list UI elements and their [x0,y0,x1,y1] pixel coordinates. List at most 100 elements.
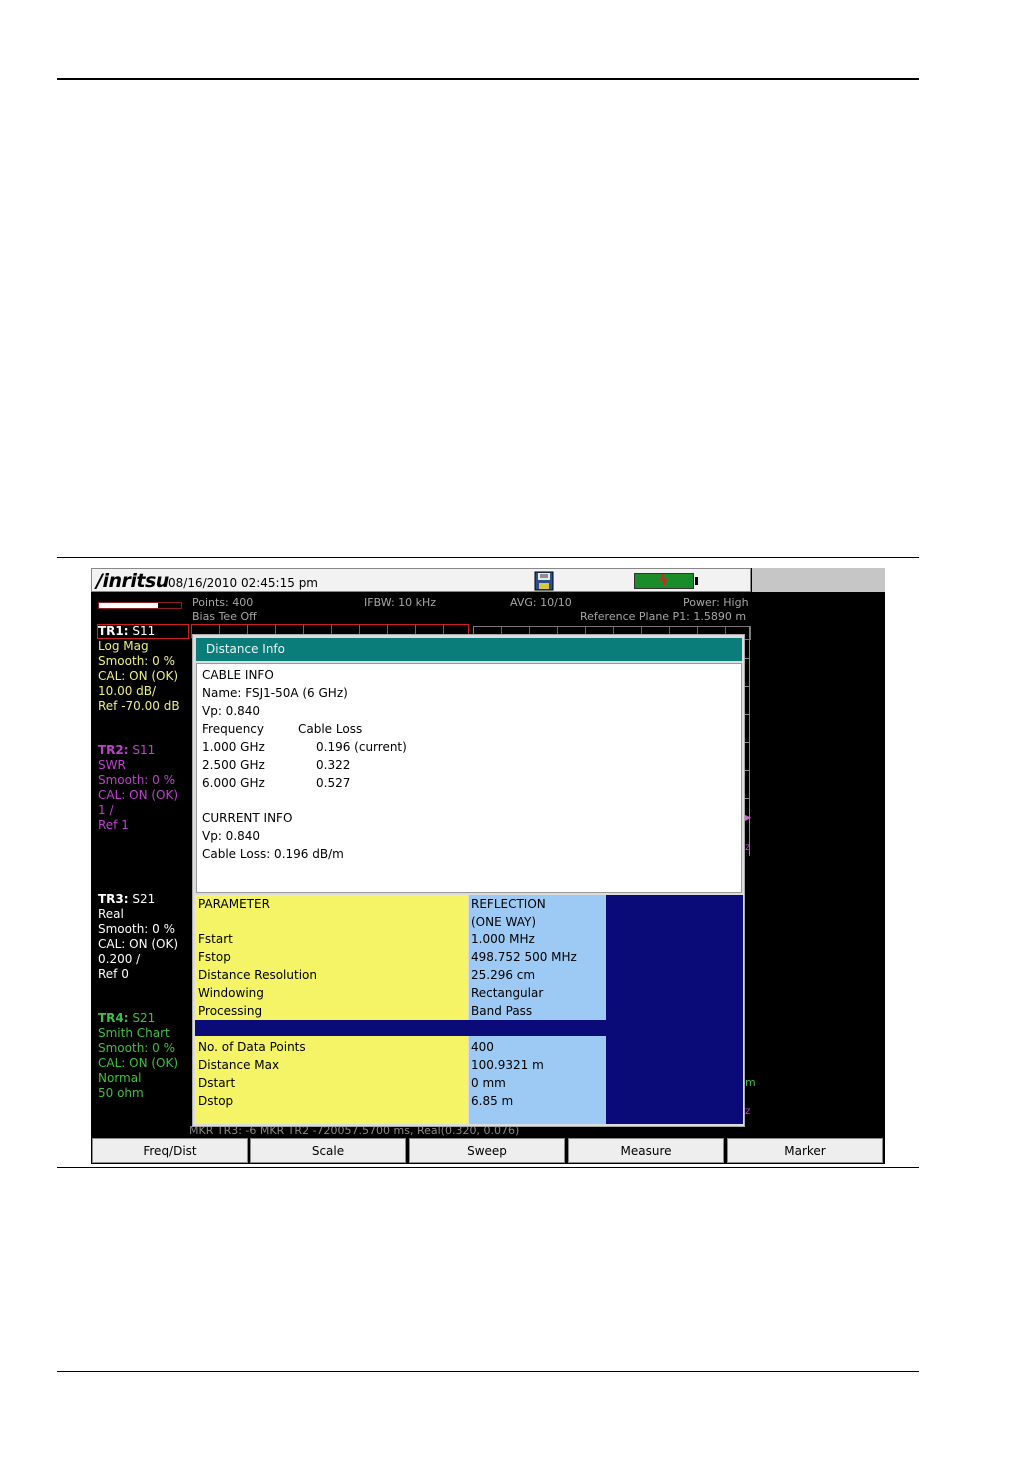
title-bar-spacer [752,568,885,592]
cable-info-panel: CABLE INFO Name: FSJ1-50A (6 GHz) Vp: 0.… [196,663,742,893]
softkey-sweep[interactable]: Sweep [409,1138,565,1163]
param-label: Dstop [198,1094,234,1108]
cable-loss-value: 0.527 [316,776,351,790]
cable-loss-value: 0.322 [316,758,351,772]
cable-loss-column-header: Cable Loss [298,722,363,736]
charging-bolt-icon: ϟ [659,573,669,589]
trace-4-head: TR4: [98,1011,129,1025]
trace-2-head: TR2: [98,743,129,757]
param-label: Fstart [198,932,233,946]
graph-edge-glyph: z [745,842,751,853]
battery-tip [695,577,698,585]
param-value: 0 mm [471,1076,506,1090]
param-value: Rectangular [471,986,544,1000]
trace-2-cal: CAL: ON (OK) [98,788,179,802]
trace-4-smooth: Smooth: 0 % [98,1041,176,1055]
battery-icon: ϟ [634,573,694,589]
trace-3-cal: CAL: ON (OK) [98,937,179,951]
trace-4-info[interactable]: TR4: S21 Smith Chart Smooth: 0 % CAL: ON… [98,1011,178,1101]
trace-1-cal: CAL: ON (OK) [98,669,179,683]
trace-1-smooth: Smooth: 0 % [98,654,176,668]
param-label: Processing [198,1004,263,1018]
param-value: 25.296 cm [471,968,536,982]
brand-logo: /inritsu [96,570,169,592]
trace-3-param: S21 [132,892,156,906]
figure-bottom-rule [57,1167,919,1168]
trace-2-param: S11 [132,743,156,757]
figure-top-rule [57,557,919,558]
trace-1-scale: 10.00 dB/ [98,684,157,698]
instrument-screen: /inritsu 08/16/2010 02:45:15 pm ϟ Points… [91,568,885,1164]
bias-tee-label: Bias Tee Off [192,610,257,623]
reference-plane-label: Reference Plane P1: 1.5890 m [580,610,747,623]
trace-2-format: SWR [98,758,126,772]
softkey-measure[interactable]: Measure [568,1138,724,1163]
param-label: Distance Max [198,1058,280,1072]
softkey-scale[interactable]: Scale [250,1138,406,1163]
current-cable-loss: Cable Loss: 0.196 dB/m [202,847,344,861]
sweep-progress-bar [98,602,182,609]
title-bar: /inritsu 08/16/2010 02:45:15 pm ϟ [91,568,751,592]
param-label: Fstop [198,950,231,964]
empty-column [606,895,743,1124]
trace-3-smooth: Smooth: 0 % [98,922,176,936]
graph-edge-glyph: z [745,1106,751,1117]
trace-3-format: Real [98,907,124,921]
save-icon[interactable] [534,571,554,591]
trace-2-ref: Ref 1 [98,818,129,832]
trace-1-format: Log Mag [98,639,149,653]
graph-edge-glyph: m [745,1076,756,1089]
param-label: Windowing [198,986,264,1000]
points-label: Points: 400 [192,596,254,609]
trace-4-format: Smith Chart [98,1026,170,1040]
trace-4-cal: CAL: ON (OK) [98,1056,179,1070]
trace-4-impedance: 50 ohm [98,1086,144,1100]
cable-info-heading: CABLE INFO [202,668,274,682]
softkey-freq-dist[interactable]: Freq/Dist [92,1138,248,1163]
current-vp: Vp: 0.840 [202,829,261,843]
reflection-subheader: (ONE WAY) [471,915,536,929]
param-value: 498.752 500 MHz [471,950,577,964]
page-bottom-rule [57,1371,919,1372]
trace-3-info[interactable]: TR3: S21 Real Smooth: 0 % CAL: ON (OK) 0… [98,892,178,982]
marker-arrow-icon: ▶ [745,813,752,822]
trace-1-ref: Ref -70.00 dB [98,699,180,713]
trace-2-info[interactable]: TR2: S11 SWR Smooth: 0 % CAL: ON (OK) 1 … [98,743,178,833]
param-label: Dstart [198,1076,236,1090]
parameter-header: PARAMETER [198,897,270,911]
cable-loss-freq: 2.500 GHz [202,758,265,772]
param-label: No. of Data Points [198,1040,306,1054]
cable-loss-freq: 6.000 GHz [202,776,265,790]
trace-1-param: S11 [132,624,156,638]
param-value: 6.85 m [471,1094,514,1108]
power-label: Power: High [683,596,749,609]
current-info-heading: CURRENT INFO [202,811,293,825]
trace-3-ref: Ref 0 [98,967,129,981]
trace-4-param: S21 [132,1011,156,1025]
param-value: 400 [471,1040,494,1054]
page-top-rule [57,78,919,80]
softkey-bar: Freq/Dist Scale Sweep Measure Marker [91,1138,885,1164]
cable-name: Name: FSJ1-50A (6 GHz) [202,686,348,700]
cable-loss-freq: 1.000 GHz [202,740,265,754]
trace-3-head: TR3: [98,892,129,906]
trace-3-scale: 0.200 / [98,952,141,966]
frequency-column-header: Frequency [202,722,264,736]
param-value: 1.000 MHz [471,932,535,946]
distance-info-dialog[interactable]: Distance Info CABLE INFO Name: FSJ1-50A … [192,634,745,1127]
trace-2-smooth: Smooth: 0 % [98,773,176,787]
trace-2-scale: 1 / [98,803,114,817]
trace-4-mode: Normal [98,1071,142,1085]
ifbw-label: IFBW: 10 kHz [364,596,437,609]
softkey-marker[interactable]: Marker [727,1138,883,1163]
trace-1-head: TR1: [98,624,129,638]
reflection-header: REFLECTION [471,897,546,911]
sweep-progress-fill [99,603,159,608]
cable-loss-value: 0.196 (current) [316,740,407,754]
dialog-title: Distance Info [196,638,742,661]
param-value: Band Pass [471,1004,533,1018]
table-separator [195,1020,743,1036]
param-value: 100.9321 m [471,1058,544,1072]
avg-label: AVG: 10/10 [510,596,572,609]
trace-1-info[interactable]: TR1: S11 Log Mag Smooth: 0 % CAL: ON (OK… [98,624,180,714]
